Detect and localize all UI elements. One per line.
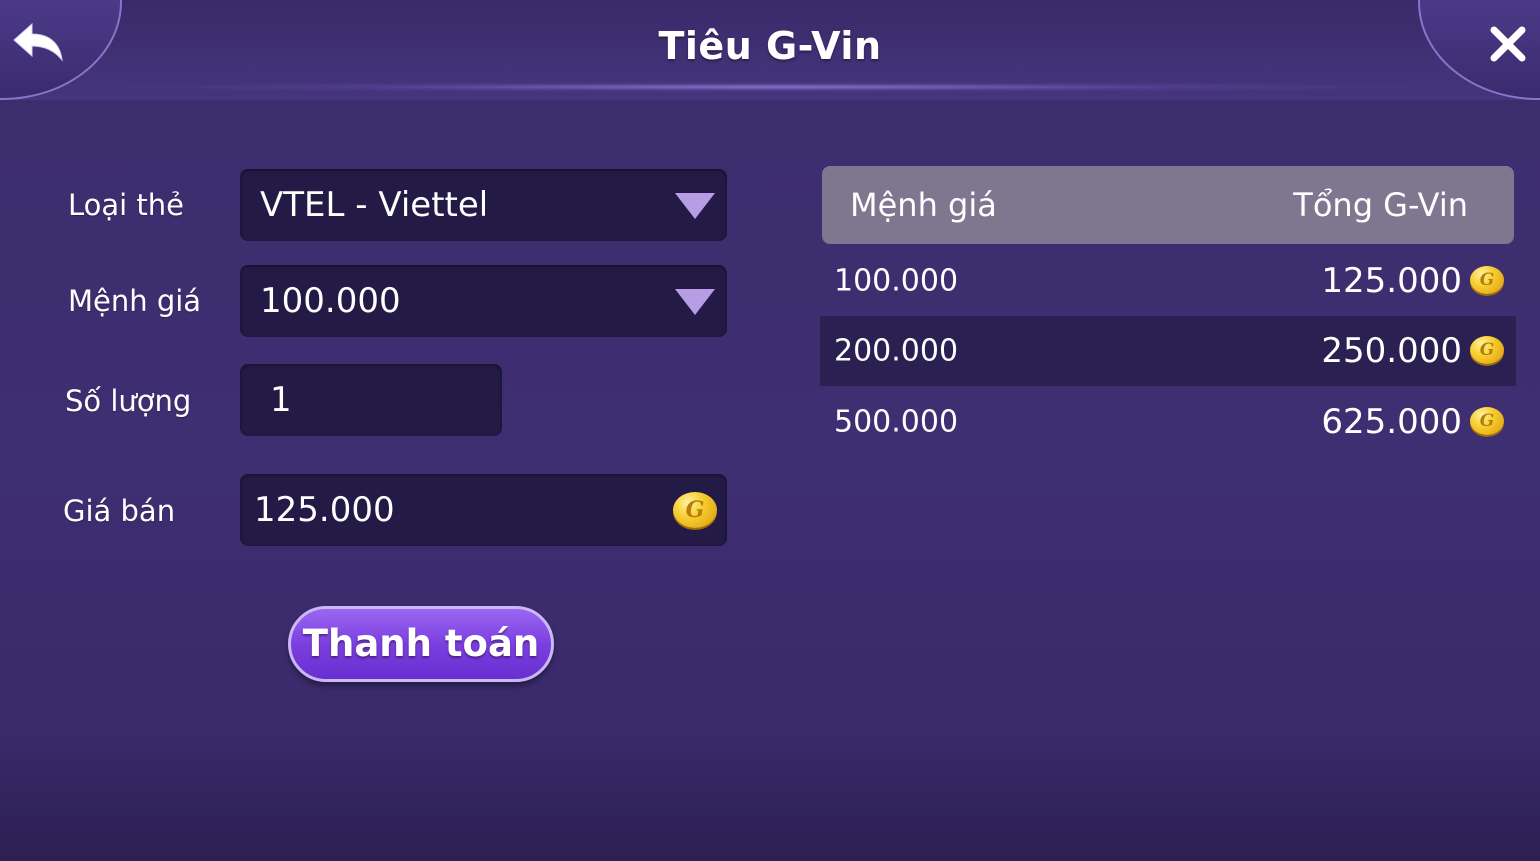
row-total: 125.000 xyxy=(1321,261,1462,301)
gold-coin-icon xyxy=(1470,336,1504,364)
row-denomination: 500.000 xyxy=(834,404,959,440)
price-label: Giá bán xyxy=(63,494,176,528)
denomination-label: Mệnh giá xyxy=(68,284,202,318)
quantity-value: 1 xyxy=(270,380,292,420)
card-type-label: Loại thẻ xyxy=(68,188,185,222)
column-header-denomination: Mệnh giá xyxy=(850,186,997,224)
card-type-value: VTEL - Viettel xyxy=(260,185,489,225)
column-header-total: Tổng G-Vin xyxy=(1293,186,1468,224)
dropdown-triangle-icon xyxy=(675,289,715,315)
row-total: 250.000 xyxy=(1321,331,1462,371)
row-denomination: 100.000 xyxy=(834,263,959,299)
price-field: 125.000 xyxy=(240,474,727,546)
quantity-input[interactable]: 1 xyxy=(240,364,502,436)
quantity-label: Số lượng xyxy=(65,384,192,418)
card-type-select[interactable]: VTEL - Viettel xyxy=(240,169,727,241)
gold-coin-icon xyxy=(1470,266,1504,294)
gold-coin-icon xyxy=(1470,407,1504,435)
table-row: 100.000 125.000 xyxy=(820,246,1516,316)
gold-coin-icon xyxy=(673,492,717,528)
header-glow-line xyxy=(130,82,1410,92)
table-row: 200.000 250.000 xyxy=(820,316,1516,386)
denomination-value: 100.000 xyxy=(260,281,401,321)
dropdown-triangle-icon xyxy=(675,193,715,219)
table-header: Mệnh giá Tổng G-Vin xyxy=(822,166,1514,244)
page-title: Tiêu G-Vin xyxy=(658,24,882,68)
price-value: 125.000 xyxy=(254,490,395,530)
pay-button[interactable]: Thanh toán xyxy=(288,606,554,682)
denomination-select[interactable]: 100.000 xyxy=(240,265,727,337)
row-total: 625.000 xyxy=(1321,402,1462,442)
table-row: 500.000 625.000 xyxy=(820,387,1516,457)
row-denomination: 200.000 xyxy=(834,333,959,369)
